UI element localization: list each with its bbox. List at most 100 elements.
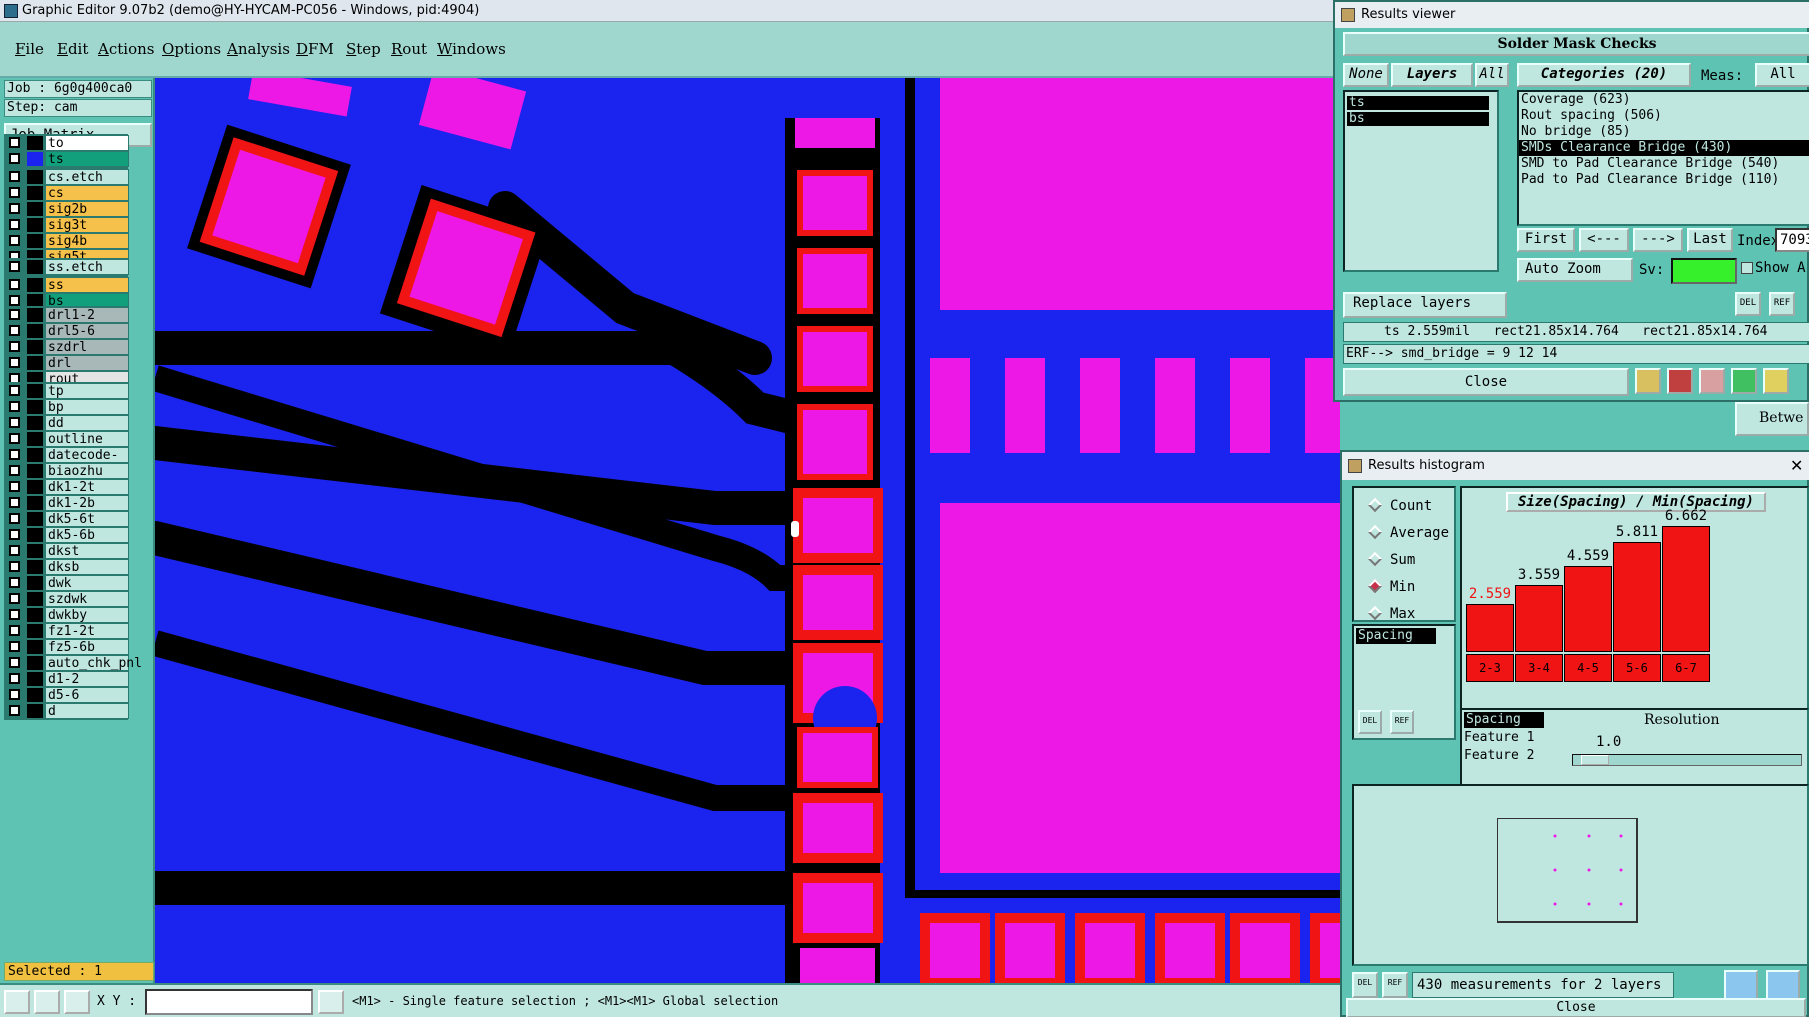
menu-step[interactable]: Step (346, 40, 381, 58)
layer-checkbox[interactable] (9, 203, 20, 214)
layer-name[interactable]: biaozhu (45, 463, 129, 479)
layer-checkbox[interactable] (9, 219, 20, 230)
layer-name[interactable]: ts (45, 151, 129, 167)
layer-checkbox[interactable] (9, 497, 20, 508)
menu-rout[interactable]: Rout (391, 40, 427, 58)
sv-color-select[interactable] (1671, 258, 1737, 284)
layer-checkbox[interactable] (9, 641, 20, 652)
layer-checkbox[interactable] (9, 137, 20, 148)
bar-category-label[interactable]: 3-4 (1515, 654, 1563, 682)
layer-row-outline[interactable]: outline (5, 431, 129, 447)
layer-name[interactable]: bp (45, 399, 129, 415)
layer-row-ss.etch[interactable]: ss.etch (5, 259, 129, 275)
report-icon[interactable] (1667, 368, 1693, 394)
layer-name[interactable]: sig4b (45, 233, 129, 249)
layer-row-datecode-pto[interactable]: datecode-pto (5, 447, 129, 478)
first-button[interactable]: First (1517, 228, 1575, 252)
layer-name[interactable]: datecode-pto (45, 447, 129, 478)
alert-icon[interactable] (318, 990, 344, 1014)
layer-name[interactable]: sig3t (45, 217, 129, 233)
layers-button[interactable]: Layers (1391, 63, 1473, 87)
index-input[interactable]: 7093 (1775, 228, 1809, 252)
bar-category-label[interactable]: 4-5 (1564, 654, 1612, 682)
layer-name[interactable]: dk5-6b (45, 527, 129, 543)
last-button[interactable]: Last (1687, 228, 1733, 252)
layer-row-to[interactable]: to (5, 135, 129, 151)
layer-checkbox[interactable] (9, 261, 20, 272)
layer-name[interactable]: dwkby (45, 607, 129, 623)
category-item[interactable]: Pad to Pad Clearance Bridge (110) (1519, 172, 1809, 188)
layer-name[interactable]: dd (45, 415, 129, 431)
layer-name[interactable]: fz5-6b (45, 639, 129, 655)
layer-checkbox[interactable] (9, 309, 20, 320)
replace-layers-button[interactable]: Replace layers (1343, 292, 1507, 318)
layer-name[interactable]: dk5-6t (45, 511, 129, 527)
layer-checkbox[interactable] (9, 705, 20, 716)
grid-tool-icon[interactable] (64, 990, 90, 1014)
menu-dfm[interactable]: DFM (296, 40, 334, 58)
layer-row-dd[interactable]: dd (5, 415, 129, 431)
result-layer-ts[interactable]: ts (1347, 96, 1489, 110)
layer-name[interactable]: ss (45, 277, 129, 293)
preview-del-button[interactable]: DEL (1352, 972, 1378, 998)
layer-checkbox[interactable] (9, 465, 20, 476)
layer-checkbox[interactable] (9, 433, 20, 444)
layer-checkbox[interactable] (9, 341, 20, 352)
next-button[interactable]: ---> (1633, 228, 1683, 252)
layer-name[interactable]: d (45, 703, 129, 719)
del-button[interactable]: DEL (1735, 292, 1761, 316)
layer-row-szdrl[interactable]: szdrl (5, 339, 129, 355)
category-item[interactable]: SMD to Pad Clearance Bridge (540) (1519, 156, 1809, 172)
layer-name[interactable]: dkst (45, 543, 129, 559)
all-layers-button[interactable]: All (1475, 63, 1509, 87)
layer-row-dk1-2b[interactable]: dk1-2b (5, 495, 129, 511)
layer-name[interactable]: drl (45, 355, 129, 371)
histogram-bar[interactable] (1466, 604, 1514, 652)
layer-name[interactable]: auto_chk_pnl (45, 655, 142, 671)
menu-actions[interactable]: Actions (98, 40, 154, 58)
zoom-tool-icon[interactable] (4, 990, 30, 1014)
layer-row-d1-2[interactable]: d1-2 (5, 671, 129, 687)
category-item[interactable]: No bridge (85) (1519, 124, 1809, 140)
radio-average[interactable]: Average (1367, 524, 1449, 541)
measure-tool-icon[interactable] (34, 990, 60, 1014)
layer-name[interactable]: drl1-2 (45, 307, 129, 323)
layer-checkbox[interactable] (9, 625, 20, 636)
layer-name[interactable]: cs (45, 185, 129, 201)
layer-row-ss[interactable]: ss (5, 277, 129, 293)
categories-button[interactable]: Categories (20) (1517, 63, 1691, 87)
prev-button[interactable]: <--- (1579, 228, 1629, 252)
layer-checkbox[interactable] (9, 357, 20, 368)
category-list[interactable]: Coverage (623) Rout spacing (506) No bridg… (1517, 90, 1809, 226)
layer-checkbox[interactable] (9, 577, 20, 588)
step-icon[interactable] (1731, 368, 1757, 394)
axis-feature-2[interactable]: Feature 2 (1464, 748, 1534, 763)
menu-analysis[interactable]: Analysis (227, 40, 290, 58)
layer-checkbox[interactable] (9, 481, 20, 492)
bar-category-label[interactable]: 2-3 (1466, 654, 1514, 682)
layer-row-dkst[interactable]: dkst (5, 543, 129, 559)
layer-name[interactable]: dk1-2t (45, 479, 129, 495)
layer-row-sig4b[interactable]: sig4b (5, 233, 129, 249)
layer-checkbox[interactable] (9, 171, 20, 182)
layer-row-dwkby[interactable]: dwkby (5, 607, 129, 623)
hist-del-button[interactable]: DEL (1358, 710, 1382, 734)
histogram-bar[interactable] (1515, 585, 1563, 652)
histogram-bar[interactable] (1662, 526, 1710, 652)
layer-checkbox[interactable] (9, 513, 20, 524)
layer-row-cs[interactable]: cs (5, 185, 129, 201)
measure-item-spacing[interactable]: Spacing (1356, 628, 1436, 644)
layer-checkbox[interactable] (9, 325, 20, 336)
layer-name[interactable]: cs.etch (45, 169, 129, 185)
radio-sum[interactable]: Sum (1367, 551, 1415, 568)
layer-checkbox[interactable] (9, 279, 20, 290)
auto-zoom-select[interactable]: Auto Zoom (1517, 258, 1633, 282)
xy-input[interactable] (145, 989, 313, 1015)
none-button[interactable]: None (1343, 63, 1389, 87)
pcb-canvas[interactable] (155, 78, 1340, 983)
close-window-icon[interactable]: ✕ (1790, 456, 1803, 475)
layer-checkbox[interactable] (9, 593, 20, 604)
histogram-bar[interactable] (1564, 566, 1612, 652)
menu-file[interactable]: File (15, 40, 44, 58)
layer-row-dwk[interactable]: dwk (5, 575, 129, 591)
